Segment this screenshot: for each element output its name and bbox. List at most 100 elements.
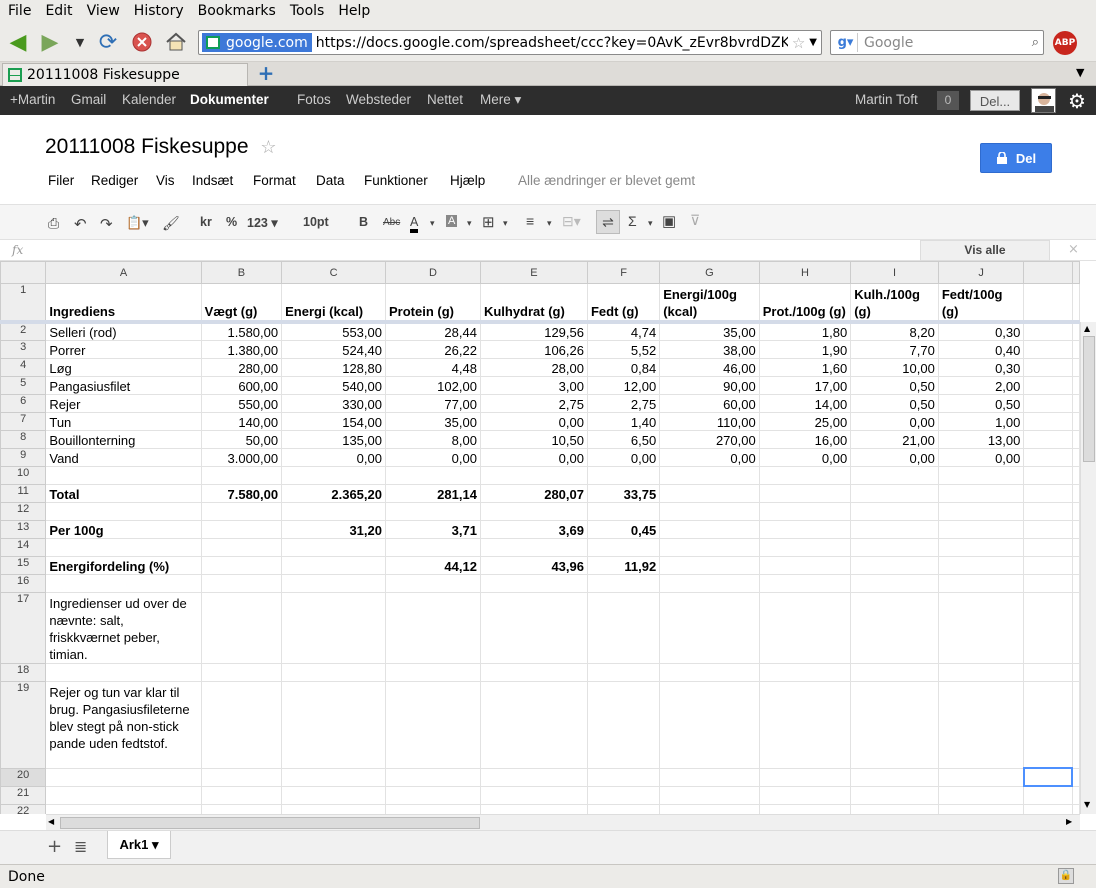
cell-empty[interactable] [1023, 393, 1073, 413]
cell-J9[interactable]: 0,00 [937, 447, 1025, 467]
cell-B19[interactable] [200, 680, 283, 769]
doc-menu-vis[interactable]: Vis [156, 173, 175, 188]
home-icon[interactable] [164, 30, 188, 54]
cell-G4[interactable]: 46,00 [659, 357, 760, 377]
cell-E8[interactable]: 10,50 [479, 429, 588, 449]
cell-E22[interactable] [479, 803, 588, 814]
row-header[interactable]: 11 [0, 483, 47, 503]
row-header[interactable]: 16 [0, 573, 47, 593]
cell-empty[interactable] [1071, 785, 1080, 805]
cell-E15[interactable]: 43,96 [479, 555, 588, 575]
cell-F9[interactable]: 0,00 [586, 447, 661, 467]
cell-J13[interactable] [937, 519, 1025, 539]
cell-empty[interactable] [1023, 429, 1073, 449]
gbar-kalender[interactable]: Kalender [122, 92, 176, 107]
row-header[interactable]: 18 [0, 662, 47, 682]
gbar-nettet[interactable]: Nettet [427, 92, 463, 107]
row-header[interactable]: 3 [0, 339, 47, 359]
tab-list-dropdown-icon[interactable]: ▼ [1076, 66, 1084, 79]
cell-J2[interactable]: 0,30 [937, 321, 1025, 341]
cell-J11[interactable] [937, 483, 1025, 503]
cell-G6[interactable]: 60,00 [659, 393, 760, 413]
cell-D18[interactable] [384, 662, 481, 682]
cell-D6[interactable]: 77,00 [384, 393, 481, 413]
cell-C10[interactable] [281, 465, 386, 485]
magnifier-icon[interactable]: ⌕ [1032, 35, 1039, 50]
show-all-button[interactable]: Vis alle [920, 240, 1050, 261]
cell-C7[interactable]: 154,00 [281, 411, 386, 431]
cell-A17[interactable]: Ingredienser ud over de nævnte: salt, fr… [45, 591, 202, 664]
cell-B7[interactable]: 140,00 [200, 411, 283, 431]
cell-H14[interactable] [758, 537, 852, 557]
history-dropdown-icon[interactable]: ▼ [68, 30, 92, 54]
cell-H11[interactable] [758, 483, 852, 503]
menu-edit[interactable]: Edit [41, 3, 76, 19]
undo-icon[interactable]: ↶ [74, 215, 87, 233]
row-header[interactable]: 5 [0, 375, 47, 395]
cell-empty[interactable] [1071, 483, 1080, 503]
cell-C8[interactable]: 135,00 [281, 429, 386, 449]
doc-menu-hjaelp[interactable]: Hjælp [450, 173, 485, 188]
search-bar[interactable]: g▾ Google ⌕ [830, 30, 1044, 55]
cell-D19[interactable] [384, 680, 481, 769]
row-header[interactable]: 6 [0, 393, 47, 413]
cell-empty[interactable] [1071, 447, 1080, 467]
scroll-left-icon[interactable]: ◀ [48, 817, 54, 826]
cell-H3[interactable]: 1,90 [758, 339, 852, 359]
cell-G21[interactable] [659, 785, 760, 805]
cell-B2[interactable]: 1.580,00 [200, 321, 283, 341]
cell-J3[interactable]: 0,40 [937, 339, 1025, 359]
cell-empty[interactable] [1023, 411, 1073, 431]
cell-B6[interactable]: 550,00 [200, 393, 283, 413]
scroll-right-icon[interactable]: ▶ [1066, 817, 1072, 826]
column-header-B[interactable]: B [200, 261, 283, 284]
cell-A2[interactable]: Selleri (rod) [45, 321, 202, 341]
cell-G3[interactable]: 38,00 [659, 339, 760, 359]
row-header[interactable]: 13 [0, 519, 47, 539]
cell-D5[interactable]: 102,00 [384, 375, 481, 395]
row-header[interactable]: 20 [0, 767, 47, 787]
site-identity-button[interactable]: google.com [202, 33, 312, 52]
gbar-websteder[interactable]: Websteder [346, 92, 411, 107]
column-header-C[interactable]: C [281, 261, 386, 284]
fill-color-dropdown-icon[interactable]: ▾ [467, 218, 472, 229]
row-header[interactable]: 9 [0, 447, 47, 467]
share-button[interactable]: Del [980, 143, 1052, 173]
cell-E6[interactable]: 2,75 [479, 393, 588, 413]
cell-empty[interactable] [1023, 803, 1073, 814]
cell-F22[interactable] [586, 803, 661, 814]
settings-gear-icon[interactable]: ⚙ [1068, 89, 1086, 114]
redo-icon[interactable]: ↷ [100, 215, 113, 233]
cell-C6[interactable]: 330,00 [281, 393, 386, 413]
cell-C13[interactable]: 31,20 [281, 519, 386, 539]
cell-H17[interactable] [758, 591, 852, 664]
row-header[interactable]: 4 [0, 357, 47, 377]
bookmark-star-icon[interactable]: ☆ [792, 34, 805, 52]
address-bar[interactable]: google.com https://docs.google.com/sprea… [198, 30, 822, 55]
cell-E9[interactable]: 0,00 [479, 447, 588, 467]
cell-D1[interactable]: Protein (g) [384, 283, 481, 323]
cell-I4[interactable]: 10,00 [850, 357, 939, 377]
cell-G10[interactable] [659, 465, 760, 485]
cell-J19[interactable] [937, 680, 1025, 769]
cell-J12[interactable] [937, 501, 1025, 521]
cell-C17[interactable] [281, 591, 386, 664]
cell-F2[interactable]: 4,74 [586, 321, 661, 341]
cell-empty[interactable] [1023, 501, 1073, 521]
column-header-blank[interactable] [1023, 261, 1073, 284]
cell-E13[interactable]: 3,69 [479, 519, 588, 539]
cell-A21[interactable] [45, 785, 202, 805]
cell-empty[interactable] [1071, 393, 1080, 413]
column-header-blank[interactable] [1071, 261, 1080, 284]
align-dropdown-icon[interactable]: ▾ [547, 218, 552, 229]
row-header[interactable]: 19 [0, 680, 47, 769]
cell-I15[interactable] [850, 555, 939, 575]
search-engine-google-icon[interactable]: g▾ [834, 33, 858, 52]
cell-D3[interactable]: 26,22 [384, 339, 481, 359]
cell-B18[interactable] [200, 662, 283, 682]
cell-C14[interactable] [281, 537, 386, 557]
cell-E19[interactable] [479, 680, 588, 769]
star-icon[interactable]: ☆ [260, 137, 276, 157]
menu-help[interactable]: Help [334, 3, 374, 19]
cell-D13[interactable]: 3,71 [384, 519, 481, 539]
